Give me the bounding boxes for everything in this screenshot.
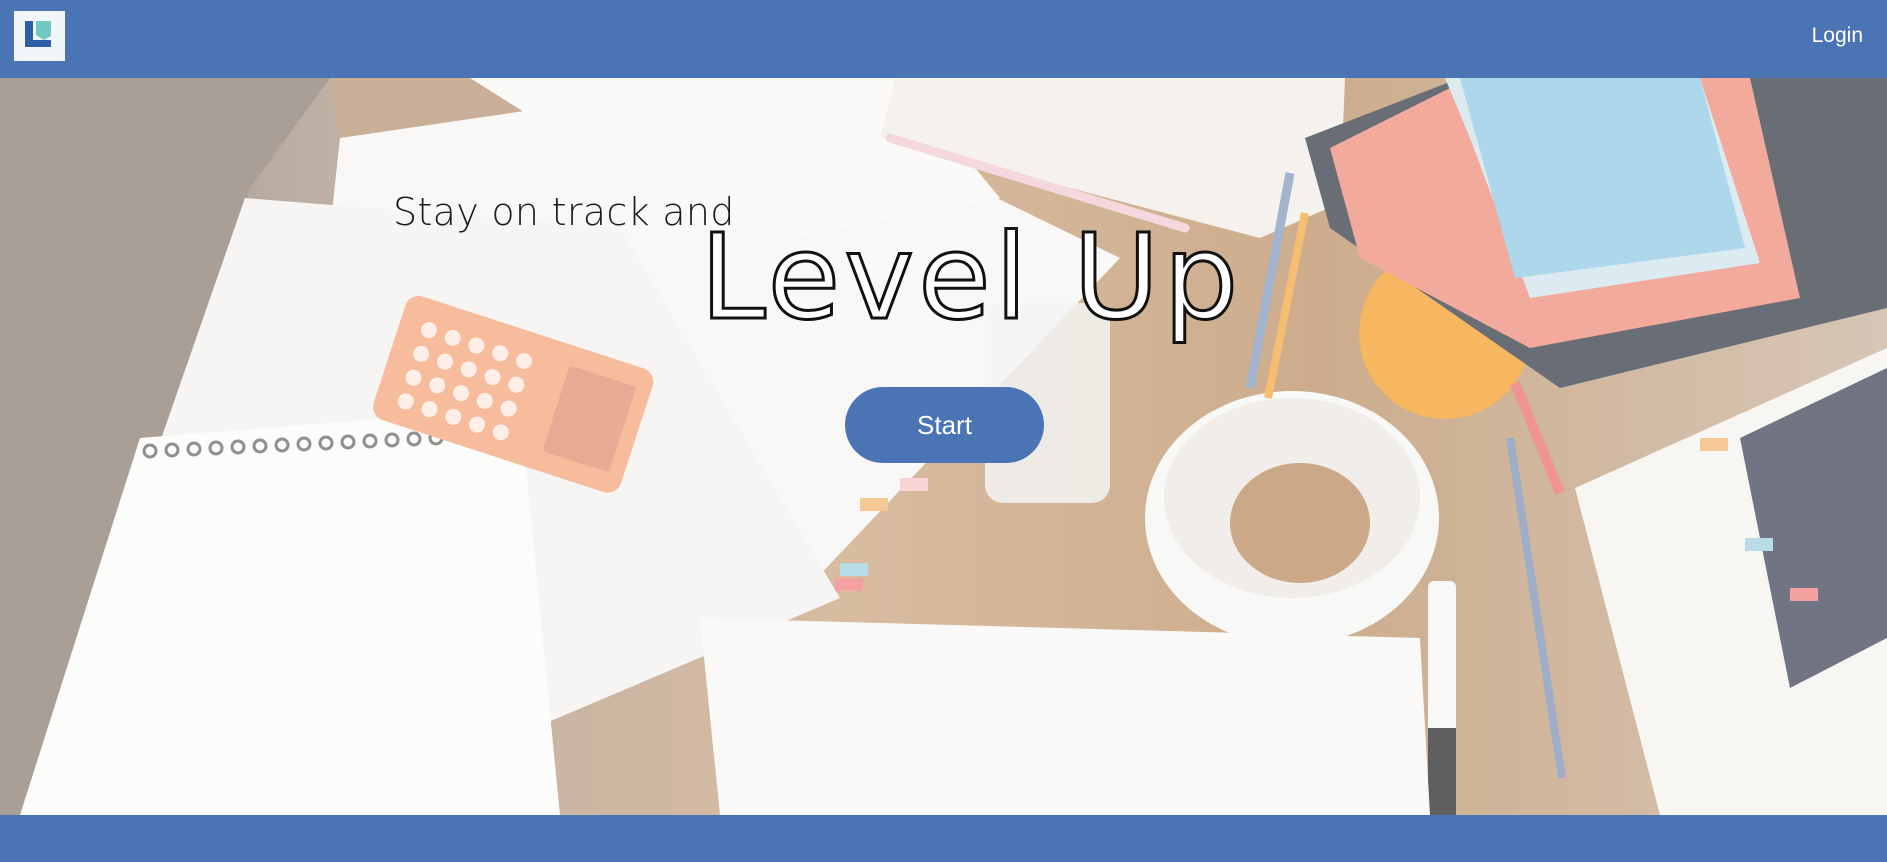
hero-title: Level Up xyxy=(698,208,1243,346)
landing-page: Login Stay on track and Level Up Start xyxy=(0,0,1887,862)
app-logo[interactable] xyxy=(14,11,65,61)
hero-tagline: Stay on track and xyxy=(393,190,735,234)
top-navbar: Login xyxy=(0,0,1887,78)
start-button[interactable]: Start xyxy=(845,387,1044,463)
login-link[interactable]: Login xyxy=(1812,24,1863,48)
footer-bar xyxy=(0,815,1887,862)
logo-icon xyxy=(14,11,65,61)
